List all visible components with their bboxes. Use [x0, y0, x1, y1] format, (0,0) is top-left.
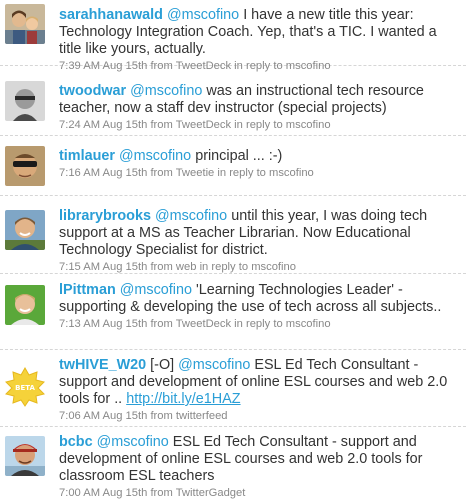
in-reply-to-label: in reply to	[234, 119, 283, 131]
tweet-item: twoodwar @mscofino was an instructional …	[0, 66, 466, 136]
avatar-photo-icon	[5, 210, 45, 250]
avatar-photo-icon	[5, 285, 45, 325]
tweet-mention[interactable]: @mscofino	[167, 7, 239, 23]
tweet-meta: 7:13 AM Aug 15th from TweetDeck in reply…	[59, 317, 462, 331]
avatar-photo-icon	[5, 146, 45, 186]
tweet-mention[interactable]: @mscofino	[155, 208, 227, 224]
tweet-meta: 7:06 AM Aug 15th from twitterfeed	[59, 409, 462, 423]
avatar-photo-icon	[5, 4, 45, 44]
meta-from-label: from	[150, 119, 173, 131]
tweet-mention[interactable]: @mscofino	[119, 148, 191, 164]
tweet-username[interactable]: bcbc	[59, 434, 93, 450]
user-avatar[interactable]	[5, 146, 45, 186]
tweet-timestamp[interactable]: 7:16 AM Aug 15th	[59, 167, 147, 179]
tweet-timestamp[interactable]: 7:24 AM Aug 15th	[59, 119, 147, 131]
avatar-photo-icon	[5, 436, 45, 476]
in-reply-to-link[interactable]: in reply to mscofino	[234, 119, 330, 131]
tweet-mention[interactable]: @mscofino	[120, 282, 192, 298]
tweet-timestamp[interactable]: 7:13 AM Aug 15th	[59, 318, 147, 330]
tweet-username[interactable]: librarybrooks	[59, 208, 151, 224]
in-reply-to-label: in reply to	[217, 167, 266, 179]
tweet-item: librarybrooks @mscofino until this year,…	[0, 196, 466, 274]
user-avatar[interactable]	[5, 81, 45, 121]
user-avatar[interactable]: BETA	[5, 367, 45, 407]
tweet-mention[interactable]: @mscofino	[97, 434, 169, 450]
tweet-item: sarahhanawald @mscofino I have a new tit…	[0, 0, 466, 72]
tweet-source[interactable]: TweetDeck	[176, 119, 231, 131]
user-avatar[interactable]	[5, 4, 45, 44]
in-reply-to-link[interactable]: in reply to mscofino	[217, 167, 313, 179]
tweet-source[interactable]: web	[176, 261, 197, 273]
user-avatar[interactable]	[5, 210, 45, 250]
tweet-meta: 7:00 AM Aug 15th from TwitterGadget	[59, 486, 462, 500]
reply-to-user: mscofino	[251, 261, 296, 273]
meta-from-label: from	[150, 410, 173, 422]
reply-to-user: mscofino	[269, 167, 314, 179]
tweet-source[interactable]: twitterfeed	[176, 410, 228, 422]
tweet-text: 'Learning Technologies Leader' - support…	[59, 282, 442, 315]
tweet-timestamp[interactable]: 7:06 AM Aug 15th	[59, 410, 147, 422]
tweet-timestamp[interactable]: 7:00 AM Aug 15th	[59, 487, 147, 499]
tweet-username[interactable]: timlauer	[59, 148, 115, 164]
tweet-item: timlauer @mscofino principal ... :-) 7:1…	[0, 136, 466, 196]
tweet-item: bcbc @mscofino ESL Ed Tech Consultant - …	[0, 427, 466, 500]
tweet-link[interactable]: http://bit.ly/e1HAZ	[126, 391, 240, 407]
in-reply-to-link[interactable]: in reply to mscofino	[200, 261, 296, 273]
in-reply-to-link[interactable]: in reply to mscofino	[234, 318, 330, 330]
tweet-item: lPittman @mscofino 'Learning Technologie…	[0, 274, 466, 350]
tweet-text: principal ... :-)	[195, 148, 283, 164]
reply-to-user: mscofino	[285, 119, 331, 131]
tweet-mention[interactable]: @mscofino	[178, 357, 250, 373]
tweet-source[interactable]: TweetDeck	[176, 318, 231, 330]
tweet-timeline: sarahhanawald @mscofino I have a new tit…	[0, 0, 466, 500]
tweet-item: BETA twHIVE_W20 [-O] @mscofino ESL Ed Te…	[0, 350, 466, 427]
tweet-timestamp[interactable]: 7:15 AM Aug 15th	[59, 261, 147, 273]
beta-badge-label: BETA	[15, 384, 35, 392]
tweet-source[interactable]: TwitterGadget	[176, 487, 246, 499]
tweet-mention[interactable]: @mscofino	[130, 83, 202, 99]
tweet-meta: 7:16 AM Aug 15th from Tweetie in reply t…	[59, 166, 462, 180]
tweet-username[interactable]: lPittman	[59, 282, 116, 298]
meta-from-label: from	[150, 487, 173, 499]
user-avatar[interactable]	[5, 436, 45, 476]
tweet-username[interactable]: sarahhanawald	[59, 7, 163, 23]
avatar-photo-icon	[5, 81, 45, 121]
tweet-username[interactable]: twoodwar	[59, 83, 126, 99]
tweet-source[interactable]: Tweetie	[176, 167, 215, 179]
tweet-meta: 7:15 AM Aug 15th from web in reply to ms…	[59, 260, 462, 274]
meta-from-label: from	[150, 167, 173, 179]
user-avatar[interactable]	[5, 285, 45, 325]
meta-from-label: from	[150, 318, 173, 330]
meta-from-label: from	[150, 261, 173, 273]
in-reply-to-label: in reply to	[234, 318, 283, 330]
in-reply-to-label: in reply to	[199, 261, 249, 273]
tweet-meta: 7:24 AM Aug 15th from TweetDeck in reply…	[59, 118, 462, 132]
reply-to-user: mscofino	[285, 318, 331, 330]
tweet-username[interactable]: twHIVE_W20	[59, 357, 146, 373]
tweet-prefix: [-O]	[150, 357, 175, 373]
beta-badge-icon: BETA	[5, 367, 45, 407]
